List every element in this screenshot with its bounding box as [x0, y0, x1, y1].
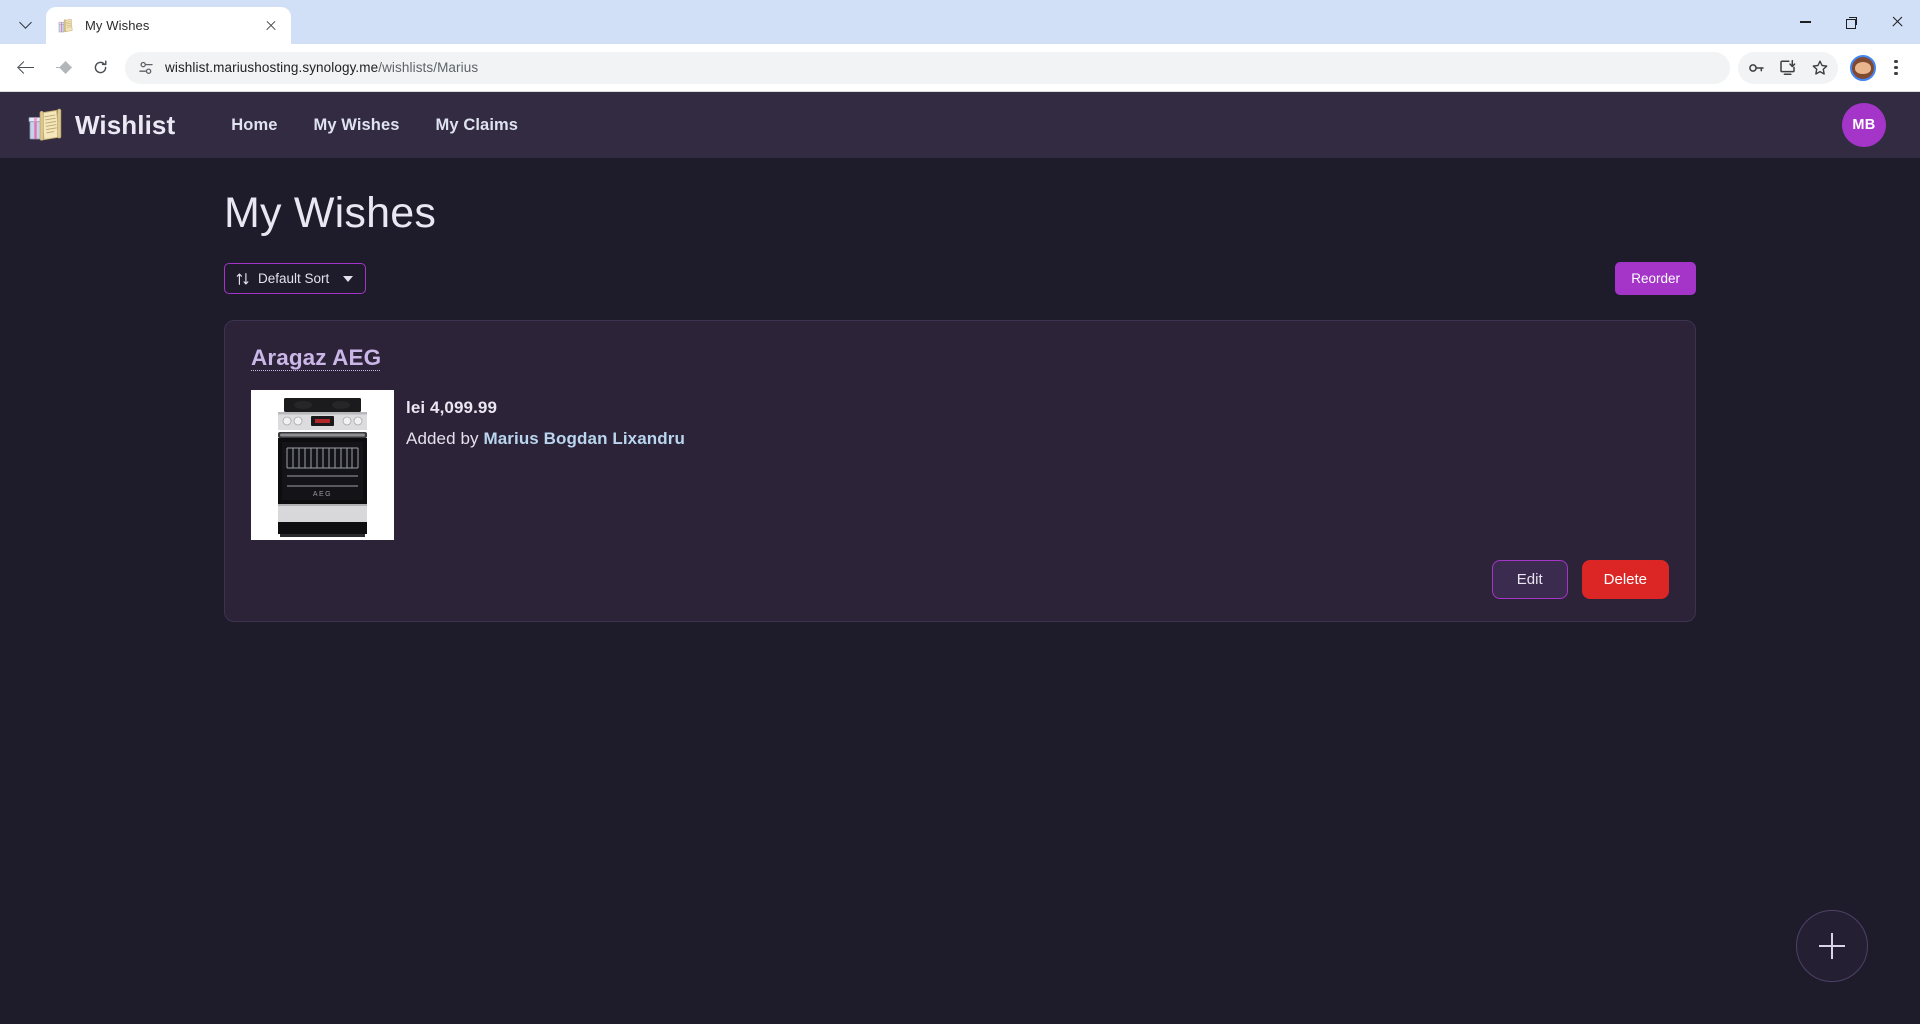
install-app-icon[interactable]	[1772, 52, 1804, 84]
page-content: My Wishes Default Sort Reorder Aragaz AE…	[0, 158, 1920, 622]
page-title: My Wishes	[224, 189, 437, 237]
url-host: wishlist.mariushosting.synology.me	[165, 60, 379, 75]
back-button[interactable]	[10, 52, 42, 84]
page-viewport: Wishlist Home My Wishes My Claims MB My …	[0, 92, 1920, 1024]
toolbar-right	[1848, 53, 1910, 83]
plus-icon	[1819, 933, 1845, 959]
added-by-label: Added by	[406, 429, 479, 448]
tab-title: My Wishes	[85, 18, 150, 33]
add-wish-button[interactable]	[1796, 910, 1868, 982]
omnibox-action-icons	[1738, 51, 1838, 84]
controls-row: Default Sort Reorder	[224, 262, 1696, 295]
brand-logo[interactable]: Wishlist	[28, 108, 175, 142]
kebab-menu-icon[interactable]	[1882, 53, 1910, 83]
forward-button[interactable]	[47, 52, 79, 84]
added-by-name: Marius Bogdan Lixandru	[483, 429, 685, 448]
delete-button[interactable]: Delete	[1581, 560, 1669, 599]
chevron-down-icon	[343, 275, 354, 282]
wish-added-by: Added by Marius Bogdan Lixandru	[406, 429, 685, 449]
wish-card-actions: Edit Delete	[251, 560, 1669, 599]
browser-window: My Wishes wishlist.mariushosting.synolog…	[0, 0, 1920, 1024]
chevron-down-icon	[20, 17, 32, 29]
back-arrow-icon	[18, 59, 35, 76]
wish-product-image[interactable]: AEG	[251, 390, 394, 540]
app-navbar: Wishlist Home My Wishes My Claims MB	[0, 92, 1920, 158]
app-nav-links: Home My Wishes My Claims	[231, 116, 518, 135]
sort-arrows-icon	[236, 272, 249, 285]
tab-strip: My Wishes	[0, 0, 1920, 44]
password-key-icon[interactable]	[1740, 52, 1772, 84]
close-icon[interactable]	[261, 16, 281, 36]
browser-toolbar: wishlist.mariushosting.synology.me/wishl…	[0, 44, 1920, 92]
nav-link-home[interactable]: Home	[231, 116, 277, 135]
window-controls	[1782, 0, 1920, 44]
sort-label: Default Sort	[258, 271, 330, 286]
wish-price: lei 4,099.99	[406, 398, 497, 417]
edit-button[interactable]: Edit	[1491, 560, 1568, 599]
forward-arrow-icon	[55, 59, 72, 76]
wish-meta: lei 4,099.99 Added by Marius Bogdan Lixa…	[406, 390, 685, 540]
chrome-profile-avatar[interactable]	[1850, 54, 1876, 81]
wish-title-link[interactable]: Aragaz AEG	[251, 345, 381, 371]
reorder-button[interactable]: Reorder	[1615, 262, 1696, 295]
url-text: wishlist.mariushosting.synology.me/wishl…	[165, 60, 478, 75]
sort-dropdown[interactable]: Default Sort	[224, 263, 367, 294]
maximize-button[interactable]	[1828, 0, 1874, 44]
wish-card: Aragaz AEG AEG lei 4,099.99 Added by Mar…	[224, 320, 1696, 622]
tab-search-button[interactable]	[8, 7, 44, 39]
reload-icon	[94, 60, 106, 74]
close-window-button[interactable]	[1874, 0, 1920, 44]
svg-text:AEG: AEG	[313, 491, 332, 498]
site-settings-icon[interactable]	[137, 59, 155, 77]
address-bar[interactable]: wishlist.mariushosting.synology.me/wishl…	[125, 51, 1730, 84]
browser-tab[interactable]: My Wishes	[46, 7, 291, 44]
nav-link-my-wishes[interactable]: My Wishes	[314, 116, 400, 135]
bookmark-star-icon[interactable]	[1804, 52, 1836, 84]
minimize-button[interactable]	[1782, 0, 1828, 44]
wish-card-body: AEG lei 4,099.99 Added by Marius Bogdan …	[251, 390, 1669, 540]
nav-link-my-claims[interactable]: My Claims	[436, 116, 519, 135]
content-container: My Wishes Default Sort Reorder Aragaz AE…	[224, 192, 1696, 622]
user-avatar[interactable]: MB	[1842, 103, 1886, 147]
reload-button[interactable]	[84, 52, 116, 84]
aeg-stainless-steel-cooker-image: AEG	[251, 390, 394, 540]
scroll-gift-icon	[28, 108, 64, 142]
url-path: /wishlists/Marius	[378, 60, 479, 75]
brand-name: Wishlist	[75, 109, 176, 140]
scroll-gift-icon	[58, 17, 75, 34]
